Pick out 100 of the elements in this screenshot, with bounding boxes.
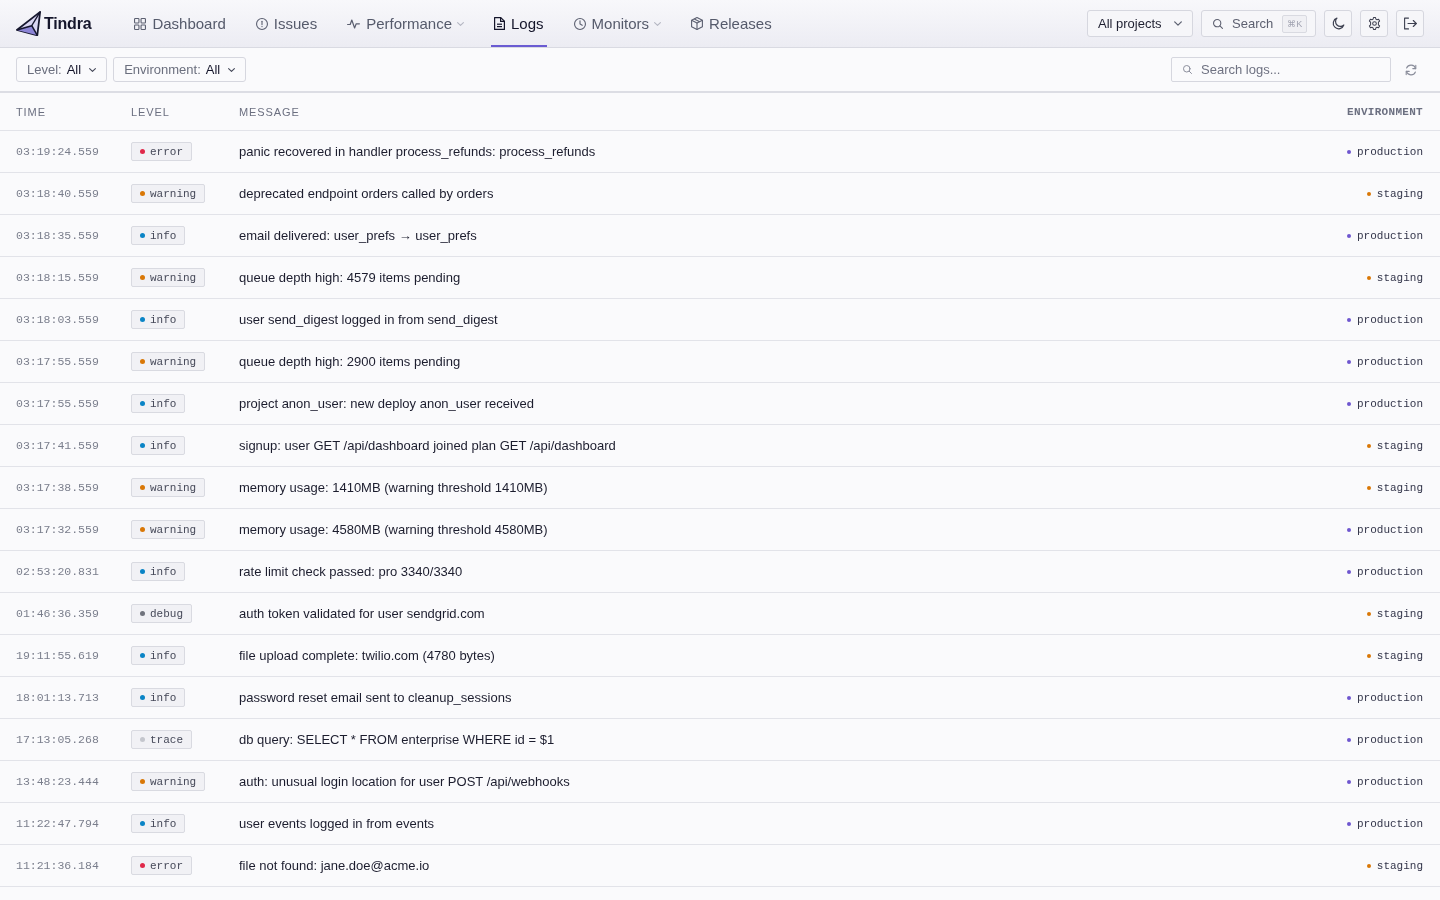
level-label: warning (150, 187, 197, 200)
timestamp: 17:13:05.268 (16, 733, 100, 746)
search-field[interactable]: Search logs... (1171, 57, 1391, 82)
search-icon (1183, 65, 1192, 74)
level-label: debug (150, 607, 183, 620)
log-message: user events logged in from events (239, 816, 436, 831)
environment-label: production (1357, 355, 1423, 368)
log-message: password reset email sent to cleanup_sessions (239, 690, 513, 705)
timestamp: 11:22:47.794 (16, 817, 100, 830)
level-label: info (150, 439, 177, 452)
search-button[interactable]: Search ⌘K (1201, 10, 1316, 37)
level-label: info (150, 691, 177, 704)
timestamp: 11:21:36.184 (16, 859, 100, 872)
environment-label: production (1357, 523, 1423, 536)
chevron-down-icon (228, 67, 236, 72)
log-message: project anon_user: new deploy anon_user received (239, 396, 535, 411)
log-message: auth: unusual login location for user POST /api/webhooks (239, 774, 571, 789)
grid-icon (134, 17, 147, 30)
timestamp: 03:19:24.559 (16, 145, 100, 158)
column-header: TIME (16, 105, 47, 118)
log-message: auth token validated for user sendgrid.com (239, 606, 486, 621)
logo-icon (16, 11, 41, 36)
pulse-icon (347, 18, 361, 29)
environment-label: production (1357, 817, 1423, 830)
timestamp: 13:48:23.444 (16, 775, 100, 788)
chevron-down-icon (1174, 21, 1182, 26)
timestamp: 03:17:41.559 (16, 439, 100, 452)
level-label: warning (150, 775, 197, 788)
timestamp: 03:18:35.559 (16, 229, 100, 242)
column-header: ENVIRONMENT (1347, 105, 1423, 118)
nav-tab[interactable]: Logs (491, 0, 547, 47)
log-message: file not found: jane.doe@acme.io (239, 858, 431, 873)
log-message: memory usage: 1410MB (warning threshold 1410MB) (239, 480, 549, 495)
filter-dropdown[interactable]: Environment: All (113, 57, 247, 82)
refresh-icon[interactable] (1405, 63, 1417, 76)
level-label: warning (150, 355, 197, 368)
environment-label: production (1357, 691, 1423, 704)
log-message: user send_digest logged in from send_digest (239, 312, 499, 327)
environment-label: staging (1376, 439, 1423, 452)
brand-name: Tindra (44, 14, 92, 33)
environment-label: production (1357, 313, 1423, 326)
nav-tab[interactable]: Dashboard (131, 0, 229, 47)
timestamp: 02:53:20.831 (16, 565, 100, 578)
level-label: error (150, 859, 183, 872)
moon-icon (1331, 17, 1345, 30)
timestamp: 18:01:13.713 (16, 691, 100, 704)
timestamp: 03:17:38.559 (16, 481, 100, 494)
nav-tab[interactable]: Releases (688, 0, 775, 47)
environment-label: staging (1376, 607, 1423, 620)
column-header: MESSAGE (239, 105, 301, 118)
log-message: email delivered: user_prefs → user_prefs (239, 228, 478, 243)
timestamp: 03:18:03.559 (16, 313, 100, 326)
theme-toggle-button[interactable] (1324, 10, 1352, 37)
log-message: panic recovered in handler process_refunds: process_refunds (239, 144, 597, 159)
log-message: signup: user GET /api/dashboard joined plan GET /api/dashboard (239, 438, 617, 453)
level-label: trace (150, 733, 183, 746)
search-icon (1213, 18, 1223, 29)
environment-label: production (1357, 565, 1423, 578)
level-label: warning (150, 271, 197, 284)
level-label: error (150, 145, 183, 158)
level-label: info (150, 649, 177, 662)
log-message: deprecated endpoint orders called by orders (239, 186, 495, 201)
level-label: warning (150, 481, 197, 494)
nav-tab[interactable]: Performance (344, 0, 468, 47)
environment-label: production (1357, 145, 1423, 158)
settings-button[interactable] (1360, 10, 1388, 37)
log-message: rate limit check passed: pro 3340/3340 (239, 564, 464, 579)
timestamp: 01:46:36.359 (16, 607, 100, 620)
level-label: info (150, 229, 177, 242)
environment-label: staging (1376, 481, 1423, 494)
chevron-down-icon (89, 67, 97, 72)
logout-button[interactable] (1396, 10, 1424, 37)
nav-tab[interactable]: Issues (252, 0, 321, 47)
environment-label: staging (1376, 649, 1423, 662)
cube-icon (691, 17, 704, 30)
log-message: file upload complete: twilio.com (4780 bytes) (239, 648, 496, 663)
environment-label: production (1357, 775, 1423, 788)
level-label: info (150, 397, 177, 410)
level-label: info (150, 313, 177, 326)
timestamp: 03:17:55.559 (16, 355, 100, 368)
nav-tab[interactable]: Monitors (570, 0, 665, 47)
filter-dropdown[interactable]: Level: All (16, 57, 108, 82)
timestamp: 03:18:40.559 (16, 187, 100, 200)
timestamp: 03:18:15.559 (16, 271, 100, 284)
exclamation-circle-icon (255, 17, 268, 30)
project-dropdown[interactable]: All projects (1087, 10, 1193, 37)
log-message: db query: SELECT * FROM enterprise WHERE id = $1 (239, 732, 556, 747)
sign-out-icon (1403, 17, 1417, 30)
level-label: info (150, 565, 177, 578)
timestamp: 03:17:55.559 (16, 397, 100, 410)
clock-icon (573, 17, 586, 30)
settings-icon (1367, 17, 1381, 30)
environment-label: production (1357, 733, 1423, 746)
log-message: queue depth high: 2900 items pending (239, 354, 462, 369)
document-icon (494, 17, 506, 30)
environment-label: staging (1376, 859, 1423, 872)
timestamp: 19:11:55.619 (16, 649, 100, 662)
environment-label: production (1357, 397, 1423, 410)
environment-label: production (1357, 229, 1423, 242)
keyboard-shortcut: ⌘K (1282, 14, 1308, 33)
